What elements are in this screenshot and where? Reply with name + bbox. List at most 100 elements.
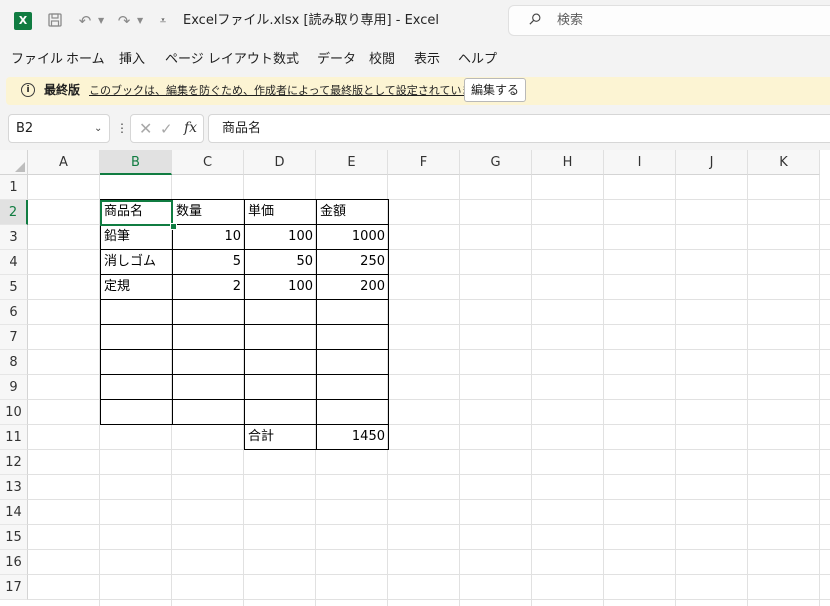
menu-page-layout[interactable]: ページ レイアウト — [165, 51, 273, 69]
row-header-16[interactable]: 16 — [0, 550, 28, 575]
menu-file[interactable]: ファイル — [11, 51, 63, 69]
column-header-b[interactable]: B — [100, 150, 172, 175]
enter-check-icon[interactable]: ✓ — [160, 120, 173, 138]
redo-icon[interactable]: ↷ — [115, 12, 133, 30]
gridline — [28, 474, 830, 475]
cell-c5[interactable]: 2 — [173, 275, 244, 299]
cell-c3[interactable]: 10 — [173, 225, 244, 249]
redo-dropdown-icon[interactable]: ▼ — [137, 12, 143, 30]
search-box[interactable]: 検索 — [508, 5, 830, 36]
cell-e2[interactable]: 金額 — [317, 200, 388, 224]
cell-b4[interactable]: 消しゴム — [101, 250, 172, 274]
message-title: 最終版 — [44, 83, 81, 97]
column-header-f[interactable]: F — [388, 150, 460, 175]
menu-insert[interactable]: 挿入 — [119, 51, 145, 69]
cell-e4[interactable]: 250 — [317, 250, 388, 274]
gridline — [675, 175, 676, 606]
formula-content: 商品名 — [222, 121, 262, 136]
insert-function-icon[interactable]: fx — [184, 119, 197, 137]
row-header-5[interactable]: 5 — [0, 275, 28, 300]
cell-e5[interactable]: 200 — [317, 275, 388, 299]
cancel-icon[interactable]: ✕ — [139, 120, 152, 138]
column-header-k[interactable]: K — [748, 150, 820, 175]
undo-dropdown-icon[interactable]: ▼ — [98, 12, 104, 30]
menu-view[interactable]: 表示 — [414, 51, 440, 69]
search-placeholder: 検索 — [557, 13, 584, 28]
cell-c4[interactable]: 5 — [173, 250, 244, 274]
menu-home[interactable]: ホーム — [66, 51, 105, 69]
undo-icon[interactable]: ↶ — [76, 12, 94, 30]
row-header-4[interactable]: 4 — [0, 250, 28, 275]
gridline — [747, 175, 748, 606]
worksheet-grid[interactable]: A B C D E F G H I J K 1 2 3 4 5 6 7 8 9 … — [0, 150, 830, 606]
row-header-3[interactable]: 3 — [0, 225, 28, 250]
gridline — [531, 175, 532, 606]
edit-anyway-button[interactable]: 編集する — [464, 78, 526, 102]
column-header-g[interactable]: G — [460, 150, 532, 175]
column-header-i[interactable]: I — [604, 150, 676, 175]
gridline — [28, 549, 830, 550]
row-header-7[interactable]: 7 — [0, 325, 28, 350]
column-header-c[interactable]: C — [172, 150, 244, 175]
gridline — [28, 599, 830, 600]
row-header-12[interactable]: 12 — [0, 450, 28, 475]
table-border — [244, 449, 389, 450]
cell-d4[interactable]: 50 — [245, 250, 316, 274]
menu-data[interactable]: データ — [317, 51, 356, 69]
search-icon — [529, 13, 541, 25]
row-header-11[interactable]: 11 — [0, 425, 28, 450]
column-header-e[interactable]: E — [316, 150, 388, 175]
formula-actions: ✕ ✓ fx — [130, 114, 204, 143]
column-header-j[interactable]: J — [676, 150, 748, 175]
gridline — [459, 175, 460, 606]
select-all-button[interactable] — [0, 150, 28, 175]
menu-review[interactable]: 校閲 — [369, 51, 395, 69]
menu-formulas[interactable]: 数式 — [273, 51, 299, 69]
gridline — [603, 175, 604, 606]
column-header-d[interactable]: D — [244, 150, 316, 175]
row-header-15[interactable]: 15 — [0, 525, 28, 550]
title-bar: X ↶ ▼ ↷ ▼ ⩡ Excelファイル.xlsx [読み取り専用] - Ex… — [0, 0, 830, 42]
row-header-10[interactable]: 10 — [0, 400, 28, 425]
cell-d11[interactable]: 合計 — [245, 425, 316, 449]
name-box[interactable]: B2 ⌄ — [8, 114, 110, 143]
message-text-link[interactable]: このブックは、編集を防ぐため、作成者によって最終版として設定されています。 — [89, 82, 493, 99]
row-header-8[interactable]: 8 — [0, 350, 28, 375]
row-header-17[interactable]: 17 — [0, 575, 28, 600]
menu-help[interactable]: ヘルプ — [458, 51, 497, 69]
row-header-13[interactable]: 13 — [0, 475, 28, 500]
save-icon[interactable] — [46, 12, 64, 30]
formula-bar: B2 ⌄ ⋮ ✕ ✓ fx 商品名 — [0, 113, 830, 144]
cell-e11[interactable]: 1450 — [317, 425, 388, 449]
name-box-value: B2 — [16, 121, 34, 136]
cell-d3[interactable]: 100 — [245, 225, 316, 249]
cell-e3[interactable]: 1000 — [317, 225, 388, 249]
row-header-2[interactable]: 2 — [0, 200, 28, 225]
final-version-message-bar: i 最終版 このブックは、編集を防ぐため、作成者によって最終版として設定されてい… — [6, 77, 830, 105]
gridline — [28, 449, 830, 450]
gridline — [819, 175, 820, 606]
gridline — [28, 524, 830, 525]
column-header-a[interactable]: A — [28, 150, 100, 175]
customize-toolbar-icon[interactable]: ⩡ — [154, 12, 172, 30]
cell-d5[interactable]: 100 — [245, 275, 316, 299]
cell-b3[interactable]: 鉛筆 — [101, 225, 172, 249]
row-header-9[interactable]: 9 — [0, 375, 28, 400]
fill-handle[interactable] — [170, 223, 177, 230]
active-cell-selection — [100, 200, 173, 226]
gridline — [28, 574, 830, 575]
cell-b5[interactable]: 定規 — [101, 275, 172, 299]
menu-bar: ファイル ホーム 挿入 ページ レイアウト 数式 データ 校閲 表示 ヘルプ — [0, 46, 830, 74]
excel-logo-icon: X — [14, 12, 32, 30]
more-options-icon[interactable]: ⋮ — [116, 120, 128, 136]
formula-input[interactable]: 商品名 — [208, 114, 830, 143]
table-border — [388, 199, 389, 450]
cell-d2[interactable]: 単価 — [245, 200, 316, 224]
chevron-down-icon[interactable]: ⌄ — [94, 121, 102, 137]
column-header-h[interactable]: H — [532, 150, 604, 175]
row-header-6[interactable]: 6 — [0, 300, 28, 325]
window-title: Excelファイル.xlsx [読み取り専用] - Excel — [183, 13, 440, 28]
row-header-1[interactable]: 1 — [0, 175, 28, 200]
row-header-14[interactable]: 14 — [0, 500, 28, 525]
cell-c2[interactable]: 数量 — [173, 200, 244, 224]
